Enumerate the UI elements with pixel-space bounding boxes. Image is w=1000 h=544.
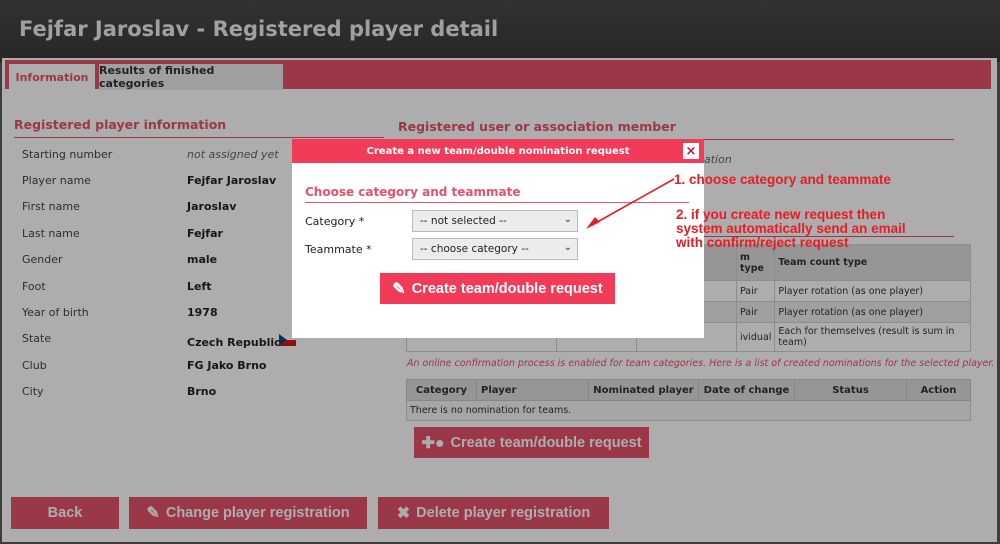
category-select[interactable]: -- not selected -- ⌄	[412, 210, 578, 232]
annotation-step2-line1: 2. if you create new request then	[676, 207, 886, 222]
category-label: Category *	[305, 215, 365, 228]
teammate-select[interactable]: -- choose category -- ⌄	[412, 238, 578, 260]
teammate-label: Teammate *	[305, 243, 372, 256]
annotation-step2-line3: with confirm/reject request	[676, 235, 849, 250]
close-icon[interactable]: ×	[683, 143, 699, 159]
modal-create-request-button[interactable]: ✎ Create team/double request	[380, 273, 615, 304]
edit-icon: ✎	[392, 280, 406, 298]
modal-title: Create a new team/double nomination requ…	[292, 139, 704, 163]
annotation-step1: 1. choose category and teammate	[674, 172, 891, 187]
nomination-modal: Create a new team/double nomination requ…	[292, 139, 704, 338]
chevron-down-icon: ⌄	[563, 242, 572, 253]
annotation-step2-line2: system automatically send an email	[676, 221, 906, 236]
annotation-arrow	[586, 178, 675, 229]
